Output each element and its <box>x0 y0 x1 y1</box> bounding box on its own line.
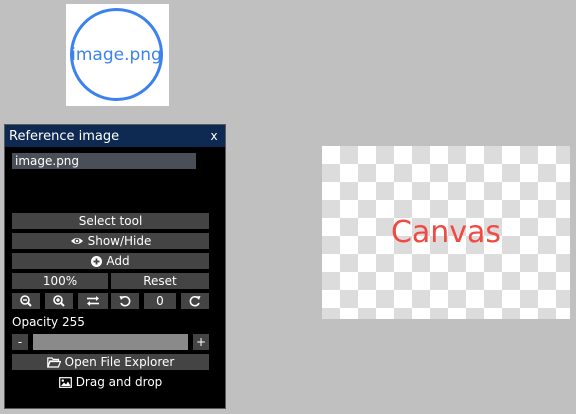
rotate-right-icon <box>189 295 201 307</box>
add-label: Add <box>106 254 130 268</box>
rotation-value-field[interactable]: 0 <box>144 293 176 309</box>
plus-label: + <box>195 335 207 349</box>
opacity-label: Opacity 255 <box>12 315 85 329</box>
canvas-area[interactable]: Canvas <box>322 146 570 319</box>
reset-label: Reset <box>143 274 177 288</box>
reference-image-panel: Reference image x image.png Select tool … <box>4 124 226 409</box>
show-hide-button[interactable]: Show/Hide <box>12 233 209 249</box>
zoom-out-button[interactable] <box>12 293 40 309</box>
zoom-in-icon <box>53 295 65 307</box>
zoom-in-button[interactable] <box>45 293 73 309</box>
rotate-left-icon <box>119 295 131 307</box>
drag-and-drop-area[interactable]: Drag and drop <box>12 374 209 390</box>
preview-circle: image.png <box>70 8 163 101</box>
opacity-increase-button[interactable]: + <box>193 334 209 350</box>
rotation-value: 0 <box>156 294 164 308</box>
file-name-field[interactable]: image.png <box>12 153 196 169</box>
eye-icon <box>70 238 83 244</box>
select-tool-button[interactable]: Select tool <box>12 213 209 229</box>
reference-image-preview[interactable]: image.png <box>66 4 169 106</box>
zoom-value-field[interactable]: 100% <box>12 273 108 289</box>
swap-icon <box>87 296 99 306</box>
preview-filename: image.png <box>71 44 162 65</box>
minus-label: - <box>17 335 23 349</box>
opacity-slider[interactable] <box>33 334 188 350</box>
add-button[interactable]: Add <box>12 253 209 269</box>
open-file-explorer-button[interactable]: Open File Explorer <box>12 354 209 370</box>
opacity-slider-fill <box>33 334 188 350</box>
panel-titlebar[interactable]: Reference image x <box>5 125 225 147</box>
swap-button[interactable] <box>78 293 108 309</box>
rotate-right-button[interactable] <box>181 293 209 309</box>
drag-and-drop-label: Drag and drop <box>75 375 163 389</box>
zoom-value: 100% <box>42 274 78 288</box>
opacity-decrease-button[interactable]: - <box>12 334 28 350</box>
panel-title: Reference image <box>9 128 120 144</box>
canvas-label: Canvas <box>390 215 502 250</box>
reset-button[interactable]: Reset <box>111 273 209 289</box>
plus-circle-icon <box>91 255 103 267</box>
rotate-left-button[interactable] <box>111 293 139 309</box>
close-button[interactable]: x <box>207 129 221 143</box>
zoom-out-icon <box>20 295 32 307</box>
folder-open-icon <box>46 356 61 368</box>
show-hide-label: Show/Hide <box>87 234 152 248</box>
select-tool-label: Select tool <box>78 214 143 228</box>
open-file-explorer-label: Open File Explorer <box>64 355 175 369</box>
image-icon <box>58 376 72 388</box>
